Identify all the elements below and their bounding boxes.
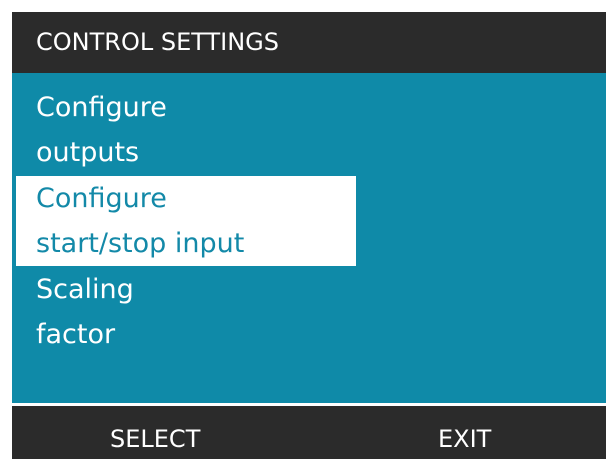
menu-item-configure-outputs[interactable]: Configure outputs bbox=[16, 85, 356, 175]
menu-item-label-line1: Configure bbox=[36, 92, 167, 123]
menu-item-scaling-factor[interactable]: Scaling factor bbox=[16, 267, 356, 357]
screen-title: CONTROL SETTINGS bbox=[12, 12, 606, 73]
menu-list: Configure outputs Configure start/stop i… bbox=[12, 73, 606, 403]
menu-item-label-line2: factor bbox=[36, 319, 116, 350]
softkey-bar: SELECT EXIT bbox=[12, 406, 606, 459]
device-screen: CONTROL SETTINGS Configure outputs Confi… bbox=[12, 12, 606, 459]
select-softkey[interactable]: SELECT bbox=[110, 424, 200, 454]
menu-item-label-line2: start/stop input bbox=[36, 228, 245, 259]
exit-softkey[interactable]: EXIT bbox=[438, 424, 491, 454]
menu-item-configure-start-stop-input[interactable]: Configure start/stop input bbox=[16, 176, 356, 266]
menu-item-label-line1: Configure bbox=[36, 183, 167, 214]
menu-item-label-line1: Scaling bbox=[36, 274, 134, 305]
menu-item-label-line2: outputs bbox=[36, 137, 140, 168]
